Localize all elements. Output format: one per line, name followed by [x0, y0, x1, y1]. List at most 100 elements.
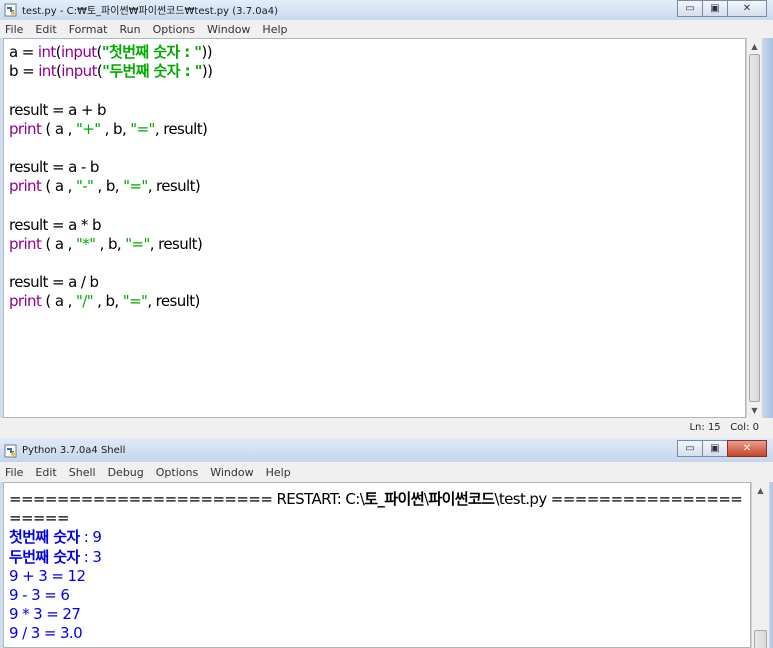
maximize-button[interactable]: ▣	[702, 0, 728, 17]
close-button[interactable]: ✕	[727, 440, 767, 457]
code-builtin: print	[9, 234, 42, 253]
minimize-icon: ▭	[685, 443, 695, 454]
cursor-position: Ln: 15 Col: 0	[689, 422, 759, 433]
code-line: result = a + b	[9, 100, 107, 119]
menu-debug[interactable]: Debug	[108, 466, 144, 479]
code-builtin: int	[37, 43, 56, 61]
editor-menubar: File Edit Format Run Options Window Help	[0, 20, 773, 39]
code-line: print ( a , "-" , b, "=", result)	[4, 177, 745, 196]
code-token: , result)	[147, 177, 201, 196]
close-button[interactable]: ✕	[727, 0, 767, 17]
scroll-up-icon[interactable]: ▲	[752, 482, 769, 498]
code-token: ( a ,	[41, 119, 76, 138]
output-text: ====================== RESTART: C:\	[9, 490, 365, 508]
close-icon: ✕	[742, 443, 752, 454]
code-token: , result)	[147, 292, 200, 311]
editor-scrollbar[interactable]: ▲ ▼	[746, 38, 762, 418]
minimize-button[interactable]: ▭	[677, 440, 703, 457]
code-token: ))	[201, 43, 213, 61]
prompt-text: 두번째 숫자	[9, 547, 80, 566]
minimize-button[interactable]: ▭	[677, 0, 703, 17]
scroll-up-icon[interactable]: ▲	[747, 38, 762, 54]
code-editor[interactable]: a = int(input("첫번째 숫자 : ")) b = int(inpu…	[3, 38, 746, 418]
menu-window[interactable]: Window	[207, 23, 250, 36]
scroll-thumb[interactable]	[754, 630, 767, 648]
shell-titlebar[interactable]: Python 3.7.0a4 Shell ▭ ▣ ✕	[0, 438, 773, 462]
output-text: 파이썬코드	[428, 490, 495, 508]
output-text: 토_파이썬	[364, 490, 424, 508]
prompt-text: : 9	[79, 528, 102, 547]
code-line: result = a * b	[9, 215, 102, 234]
maximize-button[interactable]: ▣	[702, 440, 728, 457]
menu-file[interactable]: File	[5, 23, 23, 36]
code-token: , result)	[149, 234, 203, 253]
input-prompt-line: 첫번째 숫자 : 9	[4, 528, 750, 547]
code-token: , b,	[93, 177, 124, 196]
python-icon	[4, 444, 17, 458]
shell-menubar: File Edit Shell Debug Options Window Hel…	[0, 462, 773, 483]
menu-format[interactable]: Format	[69, 23, 108, 36]
window-edge	[769, 482, 773, 648]
code-builtin: int	[38, 62, 56, 81]
code-line: print ( a , "+" , b, "=", result)	[4, 120, 745, 139]
maximize-icon: ▣	[710, 3, 720, 14]
shell-output[interactable]: ====================== RESTART: C:\토_파이썬…	[3, 482, 751, 648]
code-string: "+"	[75, 119, 101, 138]
code-line: print ( a , "*" , b, "=", result)	[4, 235, 745, 254]
code-builtin: input	[60, 43, 97, 61]
code-token: a =	[9, 43, 38, 61]
shell-scrollbar[interactable]: ▲	[751, 482, 769, 648]
input-prompt-line: 두번째 숫자 : 3	[4, 548, 750, 567]
menu-edit[interactable]: Edit	[35, 23, 56, 36]
code-line: b = int(input("두번째 숫자 : "))	[4, 62, 745, 81]
output-line: 9 / 3 = 3.0	[9, 624, 83, 643]
code-token: ( a ,	[41, 177, 76, 196]
output-line: 9 - 3 = 6	[9, 585, 70, 604]
code-builtin: print	[9, 177, 42, 196]
menu-edit[interactable]: Edit	[35, 466, 56, 479]
menu-options[interactable]: Options	[156, 466, 198, 479]
code-line: print ( a , "/" , b, "=", result)	[4, 292, 745, 311]
menu-window[interactable]: Window	[210, 466, 253, 479]
code-string: "="	[130, 119, 155, 138]
restart-line: ====================== RESTART: C:\토_파이썬…	[4, 490, 750, 509]
code-token: , b,	[95, 234, 126, 253]
output-line: 9 + 3 = 12	[9, 566, 86, 585]
code-token: , b,	[93, 292, 123, 311]
code-token: ( a ,	[41, 234, 76, 253]
output-line: 9 * 3 = 27	[9, 605, 81, 624]
python-file-icon	[4, 3, 17, 17]
menu-help[interactable]: Help	[266, 466, 291, 479]
code-string: "첫번째 숫자 : "	[101, 43, 202, 61]
editor-titlebar[interactable]: test.py - C:₩토_파이썬₩파이썬코드₩test.py (3.7.0a…	[0, 0, 773, 20]
menu-help[interactable]: Help	[262, 23, 287, 36]
code-builtin: input	[61, 62, 97, 81]
prompt-text: : 3	[79, 547, 102, 566]
menu-file[interactable]: File	[5, 466, 23, 479]
code-string: "/"	[75, 292, 94, 311]
scroll-down-icon[interactable]: ▼	[747, 402, 762, 418]
maximize-icon: ▣	[710, 443, 720, 454]
code-string: "="	[122, 292, 148, 311]
code-token: , result)	[154, 119, 208, 138]
scroll-thumb[interactable]	[749, 54, 760, 402]
code-builtin: print	[9, 119, 42, 138]
menu-options[interactable]: Options	[153, 23, 195, 36]
menu-shell[interactable]: Shell	[69, 466, 96, 479]
menu-run[interactable]: Run	[120, 23, 141, 36]
restart-line-wrap: =====	[9, 509, 69, 528]
output-text: \test.py ================	[494, 490, 743, 508]
code-string: "-"	[75, 177, 94, 196]
editor-title: test.py - C:₩토_파이썬₩파이썬코드₩test.py (3.7.0a…	[22, 6, 278, 17]
code-string: "*"	[75, 234, 96, 253]
shell-window: Python 3.7.0a4 Shell ▭ ▣ ✕ File Edit She…	[0, 438, 773, 648]
code-token: ( a ,	[41, 292, 76, 311]
code-string: "두번째 숫자 : "	[102, 62, 202, 81]
minimize-icon: ▭	[685, 3, 695, 14]
close-icon: ✕	[742, 3, 752, 14]
prompt-text: 첫번째 숫자	[9, 528, 80, 547]
